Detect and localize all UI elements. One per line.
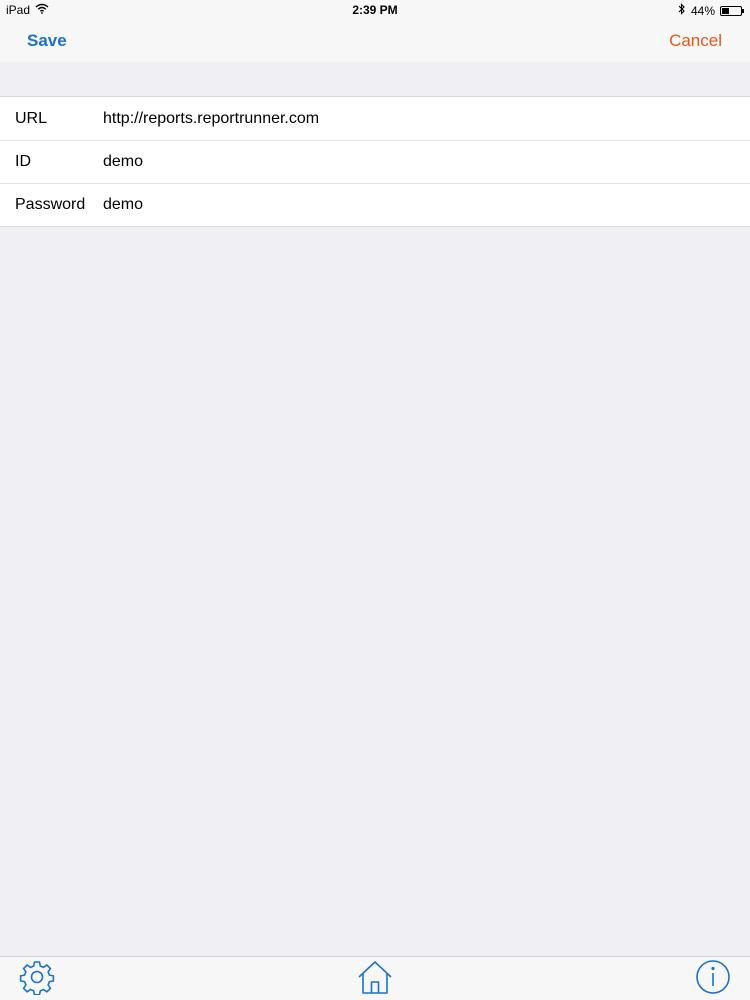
home-button[interactable] (356, 960, 394, 998)
info-button[interactable] (694, 959, 732, 1000)
status-right: 44% (678, 3, 744, 18)
bluetooth-icon (678, 3, 686, 18)
password-field[interactable] (103, 190, 750, 220)
info-icon (695, 959, 731, 1000)
connection-form: URL ID Password (0, 96, 750, 227)
navigation-bar: Save Cancel (0, 20, 750, 62)
status-time: 2:39 PM (352, 3, 398, 17)
home-icon (357, 959, 393, 1000)
status-bar: iPad 2:39 PM 44% (0, 0, 750, 20)
id-label: ID (15, 153, 31, 170)
id-field[interactable] (103, 147, 750, 177)
bottom-toolbar (0, 956, 750, 1000)
url-row: URL (0, 97, 750, 140)
gear-icon (19, 959, 55, 1000)
id-row: ID (0, 140, 750, 183)
save-button[interactable]: Save (27, 31, 67, 51)
battery-percent: 44% (690, 3, 715, 18)
battery-icon (720, 5, 744, 16)
url-field[interactable] (103, 103, 750, 134)
password-label: Password (15, 196, 86, 213)
cancel-button[interactable]: Cancel (669, 31, 722, 51)
url-label: URL (15, 109, 48, 127)
settings-button[interactable] (18, 960, 56, 998)
battery-tip (742, 8, 744, 13)
battery-fill (722, 7, 729, 14)
password-row: Password (0, 183, 750, 226)
